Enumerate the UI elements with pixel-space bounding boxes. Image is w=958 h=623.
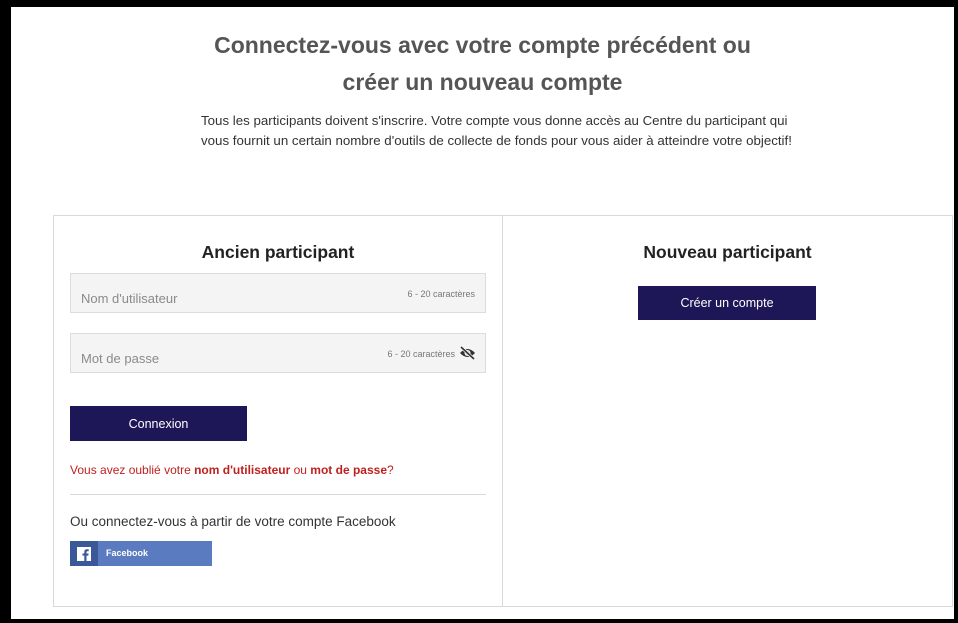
returning-participant-heading: Ancien participant	[201, 242, 355, 262]
frame-left-edge	[0, 0, 11, 623]
new-participant-heading: Nouveau participant	[643, 242, 812, 262]
frame-bottom-edge	[0, 619, 958, 623]
frame-top-edge	[0, 0, 958, 7]
forgot-credentials-text: Vous avez oublié votre nom d'utilisateur…	[70, 463, 394, 477]
eye-slash-icon[interactable]	[459, 345, 476, 361]
facebook-icon	[70, 541, 98, 566]
password-field-wrapper: 6 - 20 caractères	[70, 333, 486, 373]
forgot-prefix: Vous avez oublié votre	[70, 463, 195, 477]
username-field-wrapper: 6 - 20 caractères	[70, 273, 486, 313]
forgot-middle: ou	[290, 463, 311, 477]
password-length-hint: 6 - 20 caractères	[387, 349, 455, 359]
page-title-line1: Connectez-vous avec votre compte précéde…	[214, 32, 751, 58]
returning-participant-panel: Ancien participant 6 - 20 caractères 6 -…	[53, 215, 503, 607]
forgot-suffix: ?	[387, 463, 394, 477]
forgot-username-link[interactable]: nom d'utilisateur	[194, 463, 290, 477]
intro-text: Tous les participants doivent s'inscrire…	[201, 113, 792, 148]
forgot-password-link[interactable]: mot de passe	[310, 463, 387, 477]
new-participant-panel: Nouveau participant Créer un compte	[502, 215, 953, 607]
section-divider	[70, 494, 486, 495]
facebook-button-label: Facebook	[106, 548, 149, 558]
login-button[interactable]: Connexion	[70, 406, 247, 441]
facebook-login-button[interactable]: Facebook	[70, 541, 212, 566]
username-length-hint: 6 - 20 caractères	[407, 289, 475, 299]
create-account-button[interactable]: Créer un compte	[638, 286, 816, 320]
page-title: Connectez-vous avec votre compte précéde…	[11, 27, 954, 101]
frame-right-edge	[954, 0, 958, 623]
facebook-login-text: Ou connectez-vous à partir de votre comp…	[70, 514, 396, 529]
page-title-line2: créer un nouveau compte	[342, 69, 623, 95]
login-page: Connectez-vous avec votre compte précéde…	[11, 7, 954, 619]
